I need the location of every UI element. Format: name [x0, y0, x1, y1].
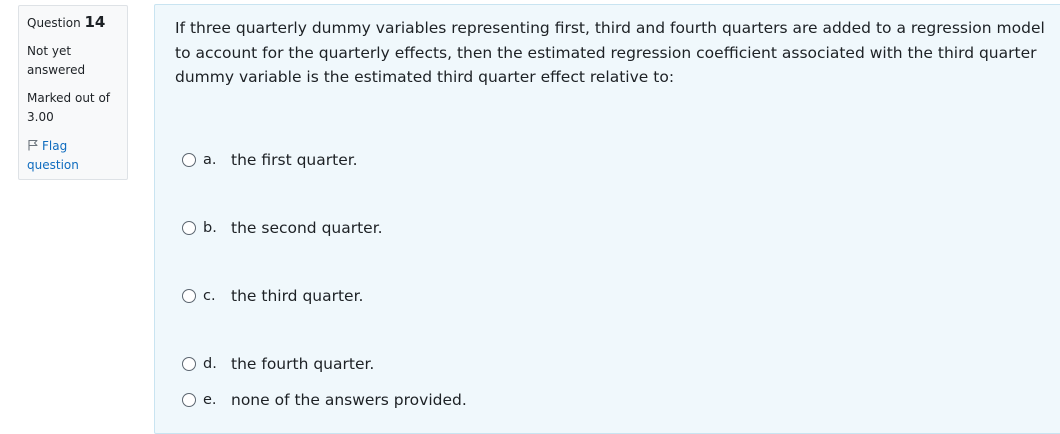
- answer-option-c[interactable]: c. the third quarter.: [182, 285, 363, 307]
- radio-unchecked-icon[interactable]: [182, 153, 196, 167]
- answer-text: the second quarter.: [231, 219, 383, 237]
- radio-unchecked-icon[interactable]: [182, 393, 196, 407]
- answer-letter: c.: [203, 288, 216, 304]
- answer-text: the first quarter.: [231, 151, 358, 169]
- question-number-line: Question 14: [27, 14, 105, 31]
- question-state: Not yet answered: [27, 44, 86, 77]
- question-label: Question: [27, 16, 81, 30]
- answer-letter: b.: [203, 220, 217, 236]
- answer-text: the fourth quarter.: [231, 355, 375, 373]
- question-text: If three quarterly dummy variables repre…: [175, 19, 1045, 86]
- answer-option-a[interactable]: a. the first quarter.: [182, 149, 358, 171]
- radio-unchecked-icon[interactable]: [182, 357, 196, 371]
- answer-text: none of the answers provided.: [231, 391, 467, 409]
- question-number: 14: [84, 13, 106, 31]
- question-content: If three quarterly dummy variables repre…: [154, 4, 1060, 434]
- answer-option-e[interactable]: e. none of the answers provided.: [182, 389, 467, 411]
- flag-icon: [27, 138, 39, 151]
- answer-option-d[interactable]: d. the fourth quarter.: [182, 353, 374, 375]
- flag-question-link[interactable]: Flag question: [27, 137, 117, 175]
- question-info-panel: Question 14 Not yet answered Marked out …: [18, 5, 128, 180]
- answer-letter: e.: [203, 392, 217, 408]
- answer-letter: d.: [203, 356, 217, 372]
- question-grade: Marked out of 3.00: [27, 91, 111, 124]
- answer-option-b[interactable]: b. the second quarter.: [182, 217, 383, 239]
- answer-text: the third quarter.: [231, 287, 364, 305]
- answer-letter: a.: [203, 152, 217, 168]
- radio-unchecked-icon[interactable]: [182, 221, 196, 235]
- radio-unchecked-icon[interactable]: [182, 289, 196, 303]
